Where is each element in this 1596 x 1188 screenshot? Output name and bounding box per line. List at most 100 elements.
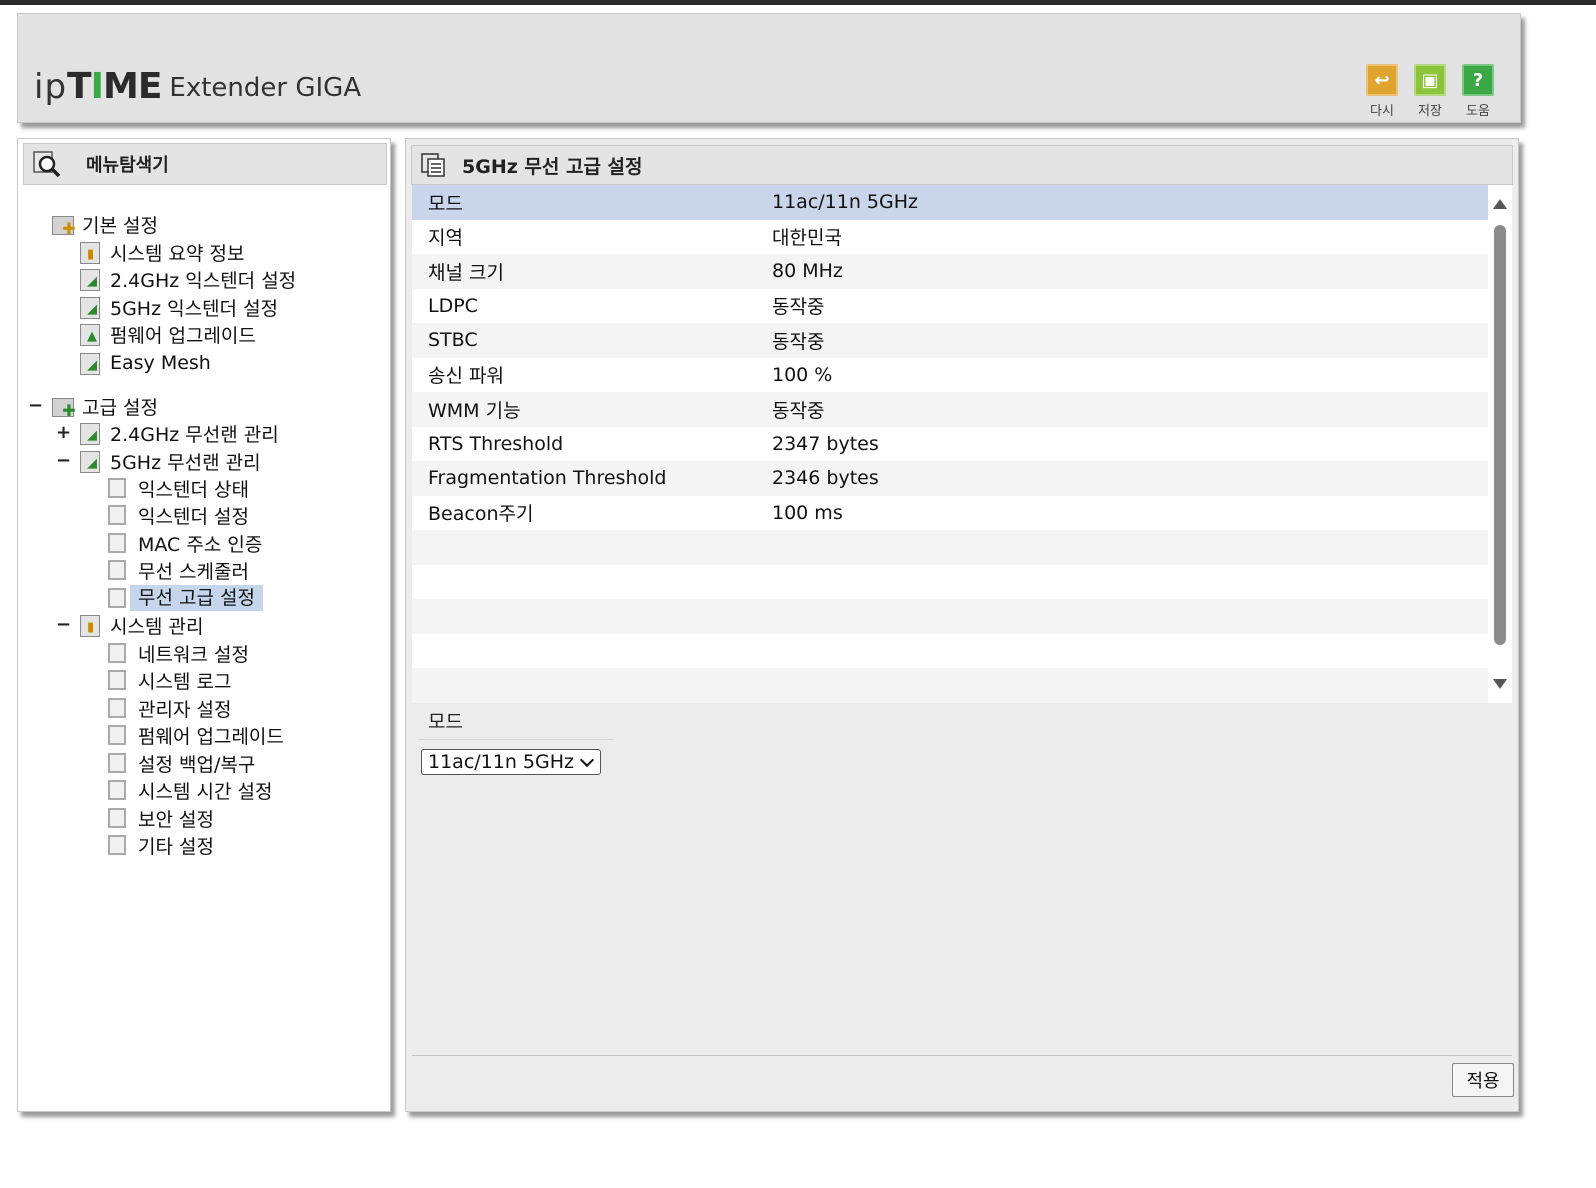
menu-explorer-panel: 메뉴탐색기 ✚ 기본 설정 ▮ 시스템 요약 정보 ◢ 2.4GHz 익스텐더 … (17, 138, 391, 1112)
settings-row[interactable]: 채널 크기 80 MHz (412, 254, 1488, 289)
tree-item-24-extender[interactable]: ◢ 2.4GHz 익스텐더 설정 (78, 266, 296, 292)
tree-item-system-summary[interactable]: ▮ 시스템 요약 정보 (78, 239, 244, 265)
tree-item-5-extender[interactable]: ◢ 5GHz 익스텐더 설정 (78, 294, 278, 320)
setting-name: 지역 (428, 227, 463, 250)
tree-leaf-extender-status[interactable]: 익스텐더 상태 (108, 475, 249, 501)
edit-field-label: 모드 (428, 711, 463, 733)
tree-leaf-label: 익스텐더 설정 (138, 505, 249, 528)
mode-select-value: 11ac/11n 5GHz (428, 751, 574, 773)
tree-leaf-label: MAC 주소 인증 (138, 533, 263, 556)
setting-value: 2346 bytes (772, 467, 879, 490)
setting-value: 2347 bytes (772, 432, 879, 455)
tree-leaf-label: 무선 스케줄러 (138, 560, 249, 583)
settings-row[interactable]: WMM 기능 동작중 (412, 392, 1488, 427)
tree-leaf-wireless-scheduler[interactable]: 무선 스케줄러 (108, 557, 249, 583)
setting-value: 대한민국 (772, 227, 842, 250)
tree-item-system[interactable]: ▮ 시스템 관리 (78, 612, 203, 638)
tree-item-label: 시스템 관리 (110, 615, 204, 638)
tree-leaf-label: 익스텐더 상태 (138, 478, 249, 501)
logo-ip-text: ip (34, 67, 68, 107)
collapse-toggle[interactable]: − (56, 615, 71, 635)
setting-name: Beacon주기 (428, 503, 534, 526)
settings-row[interactable]: Fragmentation Threshold 2346 bytes (412, 461, 1488, 496)
tree-leaf-network[interactable]: 네트워크 설정 (108, 640, 249, 666)
scroll-up-arrow-icon[interactable] (1493, 199, 1507, 209)
page-icon (108, 725, 126, 745)
help-icon: ? (1462, 64, 1494, 96)
tree-item-firmware[interactable]: ▲ 펌웨어 업그레이드 (78, 321, 256, 347)
tree-leaf-firmware[interactable]: 펌웨어 업그레이드 (108, 722, 284, 748)
settings-grid: 모드 11ac/11n 5GHz 지역 대한민국 채널 크기 80 MHz LDPC 동작중 S… (412, 185, 1488, 703)
magnifier-icon (32, 149, 62, 179)
tree-leaf-misc[interactable]: 기타 설정 (108, 832, 214, 858)
setting-name: Fragmentation Threshold (428, 467, 667, 490)
tree-item-label: 2.4GHz 익스텐더 설정 (110, 269, 297, 292)
tree-leaf-label-selected: 무선 고급 설정 (130, 585, 263, 611)
tree-leaf-time[interactable]: 시스템 시간 설정 (108, 777, 272, 803)
tree-leaf-mac-auth[interactable]: MAC 주소 인증 (108, 530, 262, 556)
page-icon (108, 533, 126, 553)
reload-button[interactable]: ↩ 다시 (1364, 64, 1400, 119)
settings-row[interactable]: Beacon주기 100 ms (412, 495, 1488, 530)
mode-select[interactable]: 11ac/11n 5GHz (421, 749, 601, 775)
settings-row[interactable]: STBC 동작중 (412, 323, 1488, 358)
save-button[interactable]: ▣ 저장 (1412, 64, 1448, 119)
setting-value: 동작중 (772, 399, 825, 422)
settings-row[interactable]: 모드 11ac/11n 5GHz (412, 185, 1488, 220)
tree-leaf-wireless-advanced[interactable]: 무선 고급 설정 (108, 585, 263, 611)
setting-value: 100 ms (772, 501, 843, 524)
tree-group-advanced-label: 고급 설정 (82, 396, 158, 419)
setting-name: STBC (428, 329, 478, 352)
toolbar-label: 도움 (1466, 104, 1490, 119)
grid-scrollbar[interactable] (1488, 185, 1512, 703)
setting-value: 100 % (772, 363, 833, 386)
page-icon (108, 698, 126, 718)
empty-row (412, 668, 1488, 703)
tree-leaf-label: 관리자 설정 (138, 698, 232, 721)
page-icon (108, 780, 126, 800)
collapse-toggle[interactable]: − (28, 396, 43, 416)
tree-leaf-extender-settings[interactable]: 익스텐더 설정 (108, 502, 249, 528)
tree-item-label: 펌웨어 업그레이드 (110, 324, 256, 347)
page-icon (108, 670, 126, 690)
settings-row[interactable]: RTS Threshold 2347 bytes (412, 426, 1488, 461)
content-panel: 5GHz 무선 고급 설정 모드 11ac/11n 5GHz 지역 대한민국 채널 크기… (405, 138, 1519, 1112)
tree-group-basic-label: 기본 설정 (82, 214, 158, 237)
window-top-strip (0, 0, 1596, 5)
tree-leaf-admin[interactable]: 관리자 설정 (108, 695, 231, 721)
chart-page-icon: ▮ (78, 613, 104, 637)
tree-item-5-wlan[interactable]: ◢ 5GHz 무선랜 관리 (78, 448, 261, 474)
settings-row[interactable]: 송신 파워 100 % (412, 357, 1488, 392)
tree-item-easymesh[interactable]: ◢ Easy Mesh (78, 350, 211, 376)
setting-value: 11ac/11n 5GHz (772, 191, 918, 214)
tree-leaf-label: 네트워크 설정 (138, 643, 249, 666)
tree-item-label: 5GHz 익스텐더 설정 (110, 297, 279, 320)
tree-leaf-security[interactable]: 보안 설정 (108, 805, 214, 831)
tree-leaf-syslog[interactable]: 시스템 로그 (108, 667, 231, 693)
wifi-page-icon: ◢ (78, 421, 104, 445)
settings-row[interactable]: 지역 대한민국 (412, 219, 1488, 254)
scroll-down-arrow-icon[interactable] (1493, 679, 1507, 689)
scroll-thumb[interactable] (1494, 225, 1506, 645)
tree-group-advanced[interactable]: ✚ 고급 설정 (50, 393, 158, 419)
tree-leaf-backup[interactable]: 설정 백업/복구 (108, 750, 255, 776)
page-icon (108, 753, 126, 773)
apply-button[interactable]: 적용 (1452, 1063, 1514, 1097)
folder-icon: ✚ (50, 212, 78, 237)
toolbar-label: 저장 (1418, 104, 1442, 119)
wifi-page-icon: ◢ (78, 295, 104, 319)
collapse-toggle[interactable]: − (56, 451, 71, 471)
wifi-page-icon: ◢ (78, 351, 104, 375)
tree-leaf-label: 시스템 시간 설정 (138, 780, 273, 803)
divider (412, 1055, 1512, 1056)
settings-row[interactable]: LDPC 동작중 (412, 288, 1488, 323)
tree-group-basic[interactable]: ✚ 기본 설정 (50, 211, 158, 237)
expand-toggle[interactable]: + (56, 423, 71, 443)
help-button[interactable]: ? 도움 (1460, 64, 1496, 119)
tree-leaf-label: 시스템 로그 (138, 670, 232, 693)
save-icon: ▣ (1414, 64, 1446, 96)
app-header: ip TIME Extender GIGA ↩ 다시 ▣ 저장? 도움 (17, 13, 1521, 123)
tree-item-24-wlan[interactable]: ◢ 2.4GHz 무선랜 관리 (78, 420, 279, 446)
page-icon (108, 808, 126, 828)
setting-name: 채널 크기 (428, 261, 504, 284)
